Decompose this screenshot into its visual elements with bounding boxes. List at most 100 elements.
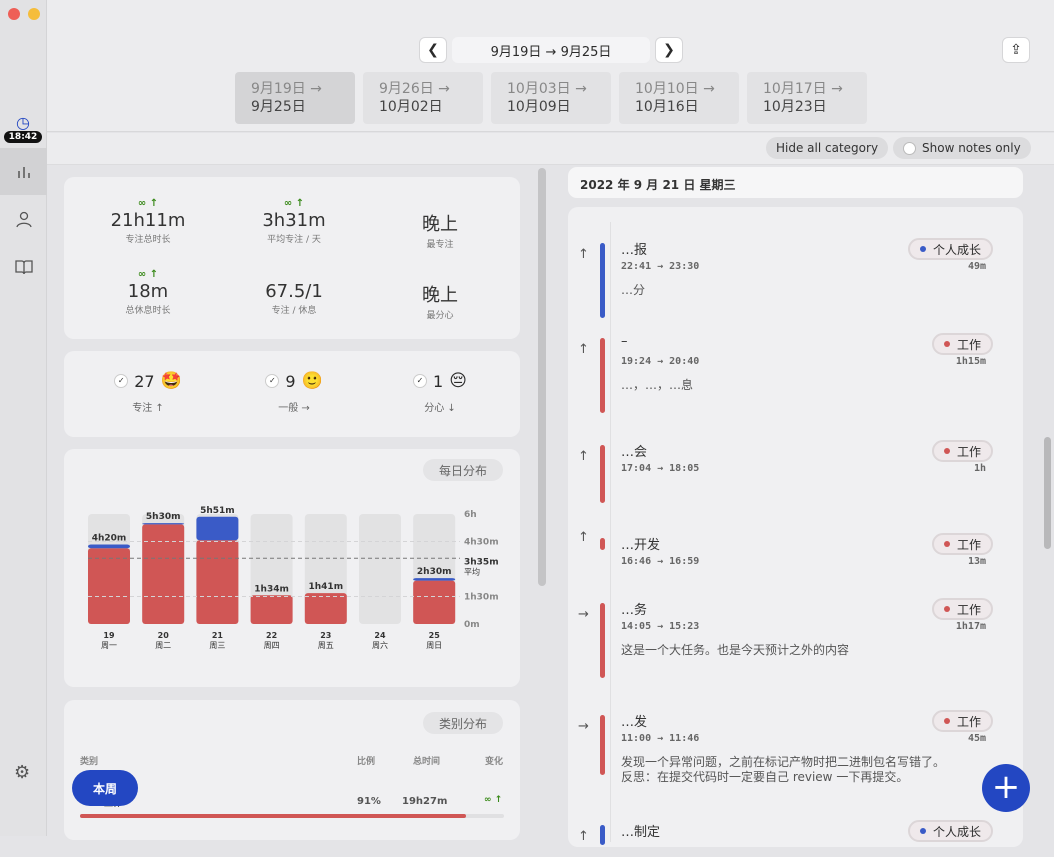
category-tag[interactable]: 工作 xyxy=(931,333,993,355)
week-start: 10月17日 → xyxy=(763,81,843,97)
x-weekday-label: 周五 xyxy=(318,641,334,650)
entry-title: – xyxy=(621,334,628,349)
sidebar-item-profile[interactable] xyxy=(15,210,33,232)
stat-value: 3h31m xyxy=(262,210,326,231)
close-window-button[interactable] xyxy=(8,8,20,20)
week-header: ❮ 9月19日 → 9月25日 ❯ ⇪ 9月19日 → 9月25日 9月26日 → 1… xyxy=(47,0,1054,132)
week-tab[interactable]: 10月17日 → 10月23日 xyxy=(747,72,867,124)
category-tag[interactable]: 工作 xyxy=(931,710,993,732)
category-tag[interactable]: 个人成长 xyxy=(907,820,993,842)
entry-note: 这是一个大任务。也是今天预计之外的内容 xyxy=(621,643,850,657)
y-tick-label: 0m xyxy=(464,620,480,630)
category-color-bar xyxy=(600,243,605,318)
entry-time: 14:05 → 15:23 xyxy=(621,621,700,632)
week-end: 10月16日 xyxy=(635,99,699,115)
left-scrollbar[interactable] xyxy=(538,168,546,586)
next-week-button[interactable]: ❯ xyxy=(655,37,683,63)
category-tag-label: 工作 xyxy=(956,337,981,352)
minimize-window-button[interactable] xyxy=(28,8,40,20)
category-progress xyxy=(80,814,504,818)
category-tag[interactable]: 工作 xyxy=(931,440,993,462)
mood-count: 1 xyxy=(433,371,444,391)
x-weekday-label: 周日 xyxy=(426,641,442,650)
mood-label: 专注 ↑ xyxy=(132,403,164,414)
category-tag[interactable]: 个人成长 xyxy=(907,238,993,260)
list-item[interactable]: ↑ …会 17:04 → 18:05 工作 1h xyxy=(568,437,1023,530)
week-end: 10月02日 xyxy=(379,99,443,115)
sidebar-item-journal[interactable] xyxy=(15,258,33,280)
mood-emoji: 🤩 xyxy=(160,371,182,391)
daily-distribution-label: 每日分布 xyxy=(422,459,503,481)
toggle-label: Show notes only xyxy=(922,141,1021,155)
x-tick-label: 22 xyxy=(266,631,277,640)
category-distribution-label: 类别分布 xyxy=(422,712,503,734)
trend-indicator xyxy=(370,269,510,281)
stats-card: ∞ ↑ 21h11m 专注总时长 ∞ ↑ 3h31m 平均专注 / 天晚上 最专注 ∞ ↑ 18… xyxy=(64,177,520,339)
sidebar-item-timer[interactable]: ◷ 18:42 xyxy=(4,115,42,143)
bar-segment xyxy=(196,516,239,541)
entry-title: …开发 xyxy=(621,538,661,553)
mood-item: ✓ 1 😔 分心 ↓ xyxy=(370,371,510,414)
arrow-up-icon: ↑ xyxy=(578,829,589,844)
date-range-label: 9月19日 → 9月25日 xyxy=(452,37,650,63)
list-item[interactable]: ↑ – 19:24 → 20:40 工作 1h15m …，…，…息 xyxy=(568,330,1023,437)
entry-duration: 45m xyxy=(967,733,986,744)
bar-value-label: 2h30m xyxy=(417,567,452,577)
stat-value: 晚上 xyxy=(422,285,458,306)
previous-week-button[interactable]: ❮ xyxy=(419,37,447,63)
list-item[interactable]: ↑ …开发 16:46 → 16:59 工作 13m xyxy=(568,530,1023,595)
show-notes-only-toggle[interactable]: Show notes only xyxy=(893,137,1031,159)
category-tag[interactable]: 工作 xyxy=(931,533,993,555)
category-color-bar xyxy=(600,445,605,503)
stat-label: 专注总时长 xyxy=(125,235,171,245)
week-tab[interactable]: 9月26日 → 10月02日 xyxy=(363,72,483,124)
sidebar-item-statistics[interactable] xyxy=(0,148,47,195)
category-distribution-card: 类别分布 类别 比例 总时间 变化 工作 91% 19h27m ∞ ↑ xyxy=(64,700,520,840)
entry-duration: 1h xyxy=(973,463,986,474)
mood-item: ✓ 9 🙂 一般 → xyxy=(224,371,364,414)
bar-segment xyxy=(88,548,130,624)
stat-item: ∞ ↑ 21h11m 专注总时长 xyxy=(78,198,218,245)
checkbox-icon xyxy=(903,141,916,155)
list-item[interactable]: ↑ …制定 个人成长 xyxy=(568,817,1023,857)
check-icon: ✓ xyxy=(114,374,129,388)
bar-segment xyxy=(196,540,239,624)
bar-chart-icon xyxy=(17,166,30,178)
clock-time-badge: 18:42 xyxy=(4,131,42,143)
daily-distribution-card: 4h20m 19 周一 5h30m 20 周二 5h51m 21 周三 1h34m 22 周四 1h41… xyxy=(64,449,520,687)
arrow-up-icon: ↑ xyxy=(578,342,589,357)
gear-icon[interactable]: ⚙ xyxy=(14,762,30,783)
trend-indicator xyxy=(370,198,510,210)
category-tag[interactable]: 工作 xyxy=(931,598,993,620)
this-week-button[interactable]: 本周 xyxy=(72,770,138,806)
list-item[interactable]: → …务 14:05 → 15:23 工作 1h17m 这是一个大任务。也是今天… xyxy=(568,595,1023,707)
hide-all-category-button[interactable]: Hide all category xyxy=(766,137,889,159)
category-color-bar xyxy=(600,603,605,678)
category-tag-label: 个人成长 xyxy=(932,824,981,839)
stat-label: 最分心 xyxy=(426,311,454,321)
mood-item: ✓ 27 🤩 专注 ↑ xyxy=(78,371,218,414)
entry-title: …务 xyxy=(621,603,648,618)
stat-item: ∞ ↑ 3h31m 平均专注 / 天 xyxy=(224,198,364,245)
week-tab[interactable]: 9月19日 → 9月25日 xyxy=(235,72,355,124)
list-item[interactable]: → …发 11:00 → 11:46 工作 45m 发现一个异常问题，之前在标记… xyxy=(568,707,1023,817)
x-weekday-label: 周六 xyxy=(372,640,388,650)
x-tick-label: 19 xyxy=(103,631,115,640)
week-tab[interactable]: 10月10日 → 10月16日 xyxy=(619,72,739,124)
bar-background xyxy=(359,514,401,624)
share-button[interactable]: ⇪ xyxy=(1002,37,1030,63)
arrow-right-icon: → xyxy=(578,719,589,734)
entry-duration: 49m xyxy=(967,261,986,272)
stat-label: 专注 / 休息 xyxy=(271,306,317,316)
add-entry-button[interactable]: + xyxy=(982,764,1030,812)
stat-label: 总休息时长 xyxy=(125,306,171,316)
list-item[interactable]: ↑ …报 22:41 → 23:30 个人成长 49m …分 xyxy=(568,235,1023,330)
right-scrollbar[interactable] xyxy=(1044,437,1051,549)
week-start: 9月19日 → xyxy=(251,81,322,97)
category-total: 19h27m xyxy=(402,796,448,807)
filter-toolbar: Hide all category Show notes only xyxy=(47,133,1054,165)
week-tab[interactable]: 10月03日 → 10月09日 xyxy=(491,72,611,124)
x-tick-label: 20 xyxy=(158,631,170,640)
timeline-card: ↑ …报 22:41 → 23:30 个人成长 49m …分 ↑ – 19:24… xyxy=(568,207,1023,847)
entry-title: …报 xyxy=(621,243,648,258)
